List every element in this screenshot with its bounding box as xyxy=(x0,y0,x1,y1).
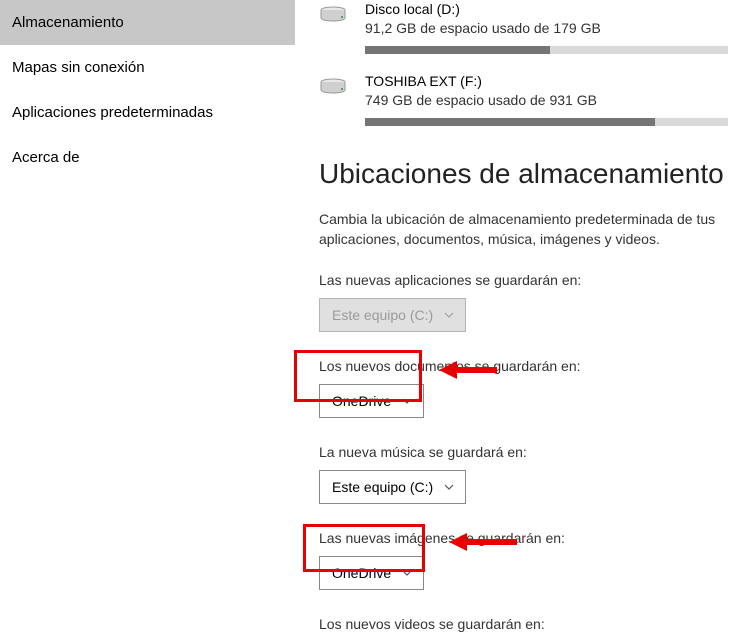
drive-row-f[interactable]: TOSHIBA EXT (F:) 749 GB de espacio usado… xyxy=(319,72,728,126)
field-label: Los nuevos documentos se guardarán en: xyxy=(319,358,728,374)
sidebar-item-about[interactable]: Acerca de xyxy=(0,135,295,180)
chevron-down-icon xyxy=(443,309,455,321)
sidebar-item-label: Aplicaciones predeterminadas xyxy=(12,104,213,121)
drive-info: Disco local (D:) 91,2 GB de espacio usad… xyxy=(365,0,728,54)
drive-progress-bar xyxy=(365,46,728,54)
field-new-documents: Los nuevos documentos se guardarán en: O… xyxy=(319,358,728,418)
select-value: OneDrive xyxy=(332,565,391,581)
field-new-videos: Los nuevos videos se guardarán en: xyxy=(319,616,728,642)
hard-drive-icon xyxy=(319,6,347,26)
field-new-images: Las nuevas imágenes se guardarán en: One… xyxy=(319,530,728,590)
select-value: OneDrive xyxy=(332,393,391,409)
drive-info: TOSHIBA EXT (F:) 749 GB de espacio usado… xyxy=(365,72,728,126)
chevron-down-icon xyxy=(443,481,455,493)
field-new-music: La nueva música se guardará en: Este equ… xyxy=(319,444,728,504)
select-value: Este equipo (C:) xyxy=(332,479,433,495)
sidebar-item-storage[interactable]: Almacenamiento xyxy=(0,0,295,45)
sidebar-item-label: Mapas sin conexión xyxy=(12,59,145,76)
sidebar-nav: Almacenamiento Mapas sin conexión Aplica… xyxy=(0,0,295,622)
settings-window: Almacenamiento Mapas sin conexión Aplica… xyxy=(0,0,750,622)
field-label: Los nuevos videos se guardarán en: xyxy=(319,616,728,632)
sidebar-item-offline-maps[interactable]: Mapas sin conexión xyxy=(0,45,295,90)
select-new-music-location[interactable]: Este equipo (C:) xyxy=(319,470,466,504)
hard-drive-icon xyxy=(319,78,347,98)
drive-progress-fill xyxy=(365,46,550,54)
field-label: Las nuevas imágenes se guardarán en: xyxy=(319,530,728,546)
select-new-apps-location: Este equipo (C:) xyxy=(319,298,466,332)
sidebar-item-label: Acerca de xyxy=(12,149,80,166)
select-new-images-location[interactable]: OneDrive xyxy=(319,556,424,590)
drive-progress-fill xyxy=(365,118,655,126)
select-value: Este equipo (C:) xyxy=(332,307,433,323)
drive-usage: 749 GB de espacio usado de 931 GB xyxy=(365,92,728,108)
drive-usage: 91,2 GB de espacio usado de 179 GB xyxy=(365,20,728,36)
main-content: Disco local (D:) 91,2 GB de espacio usad… xyxy=(295,0,750,622)
field-label: La nueva música se guardará en: xyxy=(319,444,728,460)
drive-progress-bar xyxy=(365,118,728,126)
sidebar-item-label: Almacenamiento xyxy=(12,14,124,31)
select-new-documents-location[interactable]: OneDrive xyxy=(319,384,424,418)
section-description: Cambia la ubicación de almacenamiento pr… xyxy=(319,210,719,249)
drive-name: TOSHIBA EXT (F:) xyxy=(365,72,728,90)
drive-name: Disco local (D:) xyxy=(365,0,728,18)
section-title-storage-locations: Ubicaciones de almacenamiento xyxy=(319,158,728,190)
drive-row-d[interactable]: Disco local (D:) 91,2 GB de espacio usad… xyxy=(319,0,728,54)
chevron-down-icon xyxy=(401,395,413,407)
field-new-apps: Las nuevas aplicaciones se guardarán en:… xyxy=(319,272,728,332)
field-label: Las nuevas aplicaciones se guardarán en: xyxy=(319,272,728,288)
chevron-down-icon xyxy=(401,567,413,579)
sidebar-item-default-apps[interactable]: Aplicaciones predeterminadas xyxy=(0,90,295,135)
